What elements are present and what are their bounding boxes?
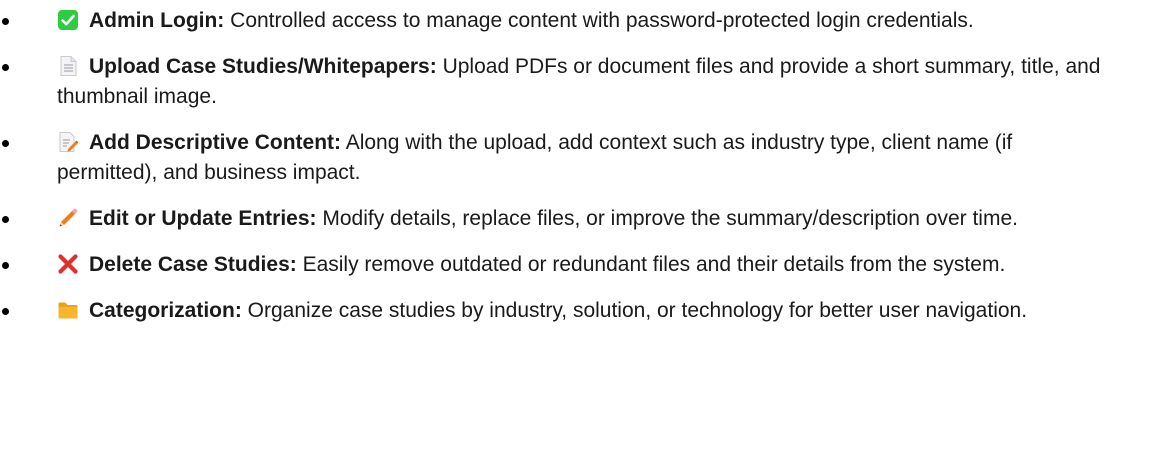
bullet-dot — [2, 262, 9, 269]
item-description: Easily remove outdated or redundant file… — [296, 253, 1006, 276]
item-title: Upload Case Studies/Whitepapers: — [89, 55, 437, 78]
item-description: Organize case studies by industry, solut… — [241, 299, 1028, 322]
document-icon — [57, 55, 79, 77]
bullet-dot — [2, 308, 9, 315]
list-item-delete: Delete Case Studies: Easily remove outda… — [0, 250, 1154, 280]
pencil-icon — [57, 207, 79, 229]
bullet-dot — [2, 216, 9, 223]
list-item-descriptive-content: Add Descriptive Content: Along with the … — [0, 128, 1154, 188]
check-box-icon — [57, 9, 79, 31]
document-edit-icon — [57, 131, 79, 153]
item-title: Add Descriptive Content: — [89, 131, 342, 154]
item-title: Categorization: — [89, 299, 242, 322]
feature-list: Admin Login: Controlled access to manage… — [0, 0, 1154, 326]
cross-mark-icon — [57, 253, 79, 275]
item-description: Controlled access to manage content with… — [224, 9, 974, 32]
item-title: Edit or Update Entries: — [89, 207, 317, 230]
item-description: Modify details, replace files, or improv… — [316, 207, 1018, 230]
bullet-dot — [2, 64, 9, 71]
folder-icon — [57, 299, 79, 321]
item-title: Delete Case Studies: — [89, 253, 297, 276]
list-item-categorization: Categorization: Organize case studies by… — [0, 296, 1154, 326]
bullet-dot — [2, 140, 9, 147]
list-item-admin-login: Admin Login: Controlled access to manage… — [0, 6, 1154, 36]
list-item-edit-update: Edit or Update Entries: Modify details, … — [0, 204, 1154, 234]
item-title: Admin Login: — [89, 9, 225, 32]
list-item-upload: Upload Case Studies/Whitepapers: Upload … — [0, 52, 1154, 112]
bullet-dot — [2, 18, 9, 25]
